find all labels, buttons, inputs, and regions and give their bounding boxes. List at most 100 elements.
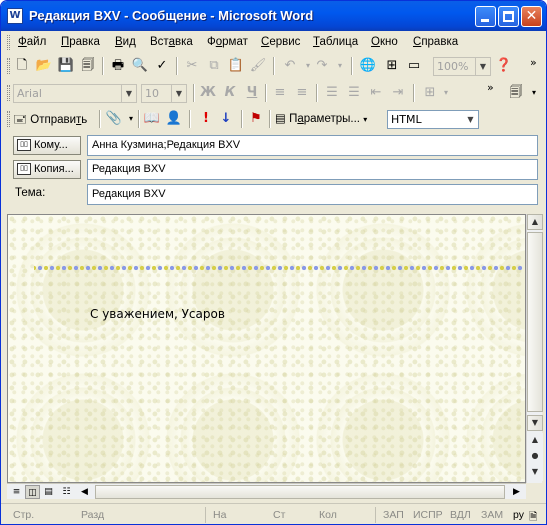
format-painter-icon[interactable]: 🖌: [249, 57, 267, 75]
web-layout-view-icon[interactable]: ◫: [25, 485, 40, 499]
paste-icon[interactable]: 📋: [227, 57, 245, 75]
save-icon[interactable]: 💾: [57, 57, 75, 75]
toolbar-grip[interactable]: [7, 85, 10, 101]
outline-view-icon[interactable]: ☷: [59, 485, 74, 499]
horizontal-scroll-thumb[interactable]: [95, 485, 505, 499]
underline-button[interactable]: Ч: [243, 84, 261, 102]
undo-icon[interactable]: ↶: [281, 57, 299, 75]
attach-paperclip-icon[interactable]: 📎: [105, 110, 123, 128]
importance-high-icon[interactable]: !: [197, 110, 215, 128]
align-center-icon[interactable]: ≡: [293, 84, 311, 102]
cc-button[interactable]: ▯▯ Копия...: [13, 160, 81, 179]
spelling-status-icon[interactable]: 🗎: [529, 509, 537, 524]
toolbar-options-icon[interactable]: »: [530, 56, 537, 69]
increase-indent-icon[interactable]: ⇥: [389, 84, 407, 102]
scroll-up-button[interactable]: ▲: [527, 214, 543, 230]
font-name-combo[interactable]: Arial ▼: [13, 84, 137, 103]
check-names-icon[interactable]: 👤: [165, 110, 183, 128]
maximize-icon: [503, 11, 514, 22]
menu-format[interactable]: Формат: [207, 36, 248, 48]
to-field[interactable]: Анна Кузмина;Редакция BXV: [87, 135, 538, 156]
toolbar-separator: [351, 57, 353, 75]
menu-help[interactable]: Справка: [413, 36, 458, 48]
normal-view-icon[interactable]: ≡: [9, 485, 24, 499]
borders-dropdown-icon[interactable]: ▾: [437, 84, 455, 102]
options-button[interactable]: ▤ Параметры... ▾: [275, 110, 367, 129]
vertical-scrollbar[interactable]: ▲ ▼ ▲ ● ▼: [526, 214, 543, 483]
toolbar-separator: [99, 110, 101, 128]
italic-button[interactable]: К: [221, 84, 239, 102]
next-page-icon[interactable]: ▼: [527, 465, 543, 481]
scroll-left-button[interactable]: ◀: [77, 485, 92, 499]
help-icon[interactable]: ❓: [495, 57, 513, 75]
cc-field[interactable]: Редакция BXV: [87, 159, 538, 180]
menu-view[interactable]: Вид: [115, 36, 136, 48]
formatting-toolbar: Arial ▼ 10 ▼ Ж К Ч ≡ ≡ ☰ ☰ ⇤ ⇥ ⊞ ▾ » 🗐 ▾: [5, 81, 542, 105]
subject-field[interactable]: Редакция BXV: [87, 184, 538, 205]
menu-grip[interactable]: [7, 35, 10, 50]
scroll-right-button[interactable]: ▶: [509, 485, 524, 499]
zoom-combo[interactable]: 100% ▼: [433, 57, 491, 76]
word-app-icon[interactable]: W: [7, 8, 23, 24]
select-browse-object-icon[interactable]: ●: [527, 449, 543, 465]
importance-low-icon[interactable]: ↓: [217, 110, 235, 128]
menu-edit[interactable]: Правка: [61, 36, 100, 48]
print-preview-icon[interactable]: 🔍: [131, 57, 149, 75]
horizontal-scrollbar-row: ≡ ◫ ▤ ☷ ◀ ▶: [7, 483, 526, 499]
toolbar-options-icon[interactable]: »: [487, 81, 494, 94]
scroll-down-button[interactable]: ▼: [527, 415, 543, 431]
spelling-icon[interactable]: ✓: [153, 57, 171, 75]
chevron-down-icon: ▼: [121, 85, 136, 102]
to-button[interactable]: ▯▯ Кому...: [13, 136, 81, 155]
status-track-changes[interactable]: ИСПР: [413, 509, 443, 521]
follow-up-flag-icon[interactable]: ⚑: [247, 110, 265, 128]
menu-window[interactable]: Окно: [371, 36, 398, 48]
toolbar-separator: [316, 84, 318, 102]
insert-table-icon[interactable]: ▭: [405, 57, 423, 75]
bold-button[interactable]: Ж: [199, 84, 217, 102]
toolbar-separator: [269, 110, 271, 128]
task-pane-dropdown-icon[interactable]: ▾: [525, 84, 543, 102]
new-document-icon[interactable]: 🗋: [13, 57, 31, 75]
font-size-combo[interactable]: 10 ▼: [141, 84, 187, 103]
toolbar-grip[interactable]: [7, 58, 10, 74]
redo-dropdown-icon[interactable]: ▾: [331, 57, 349, 75]
redo-icon[interactable]: ↷: [313, 57, 331, 75]
permission-icon[interactable]: 🗐: [79, 57, 97, 75]
toolbar-separator: [176, 57, 178, 75]
status-rec[interactable]: ЗАП: [383, 509, 404, 521]
decrease-indent-icon[interactable]: ⇤: [367, 84, 385, 102]
open-folder-icon[interactable]: 📂: [35, 57, 53, 75]
tables-borders-icon[interactable]: ⊞: [383, 57, 401, 75]
menu-table[interactable]: Таблица: [313, 36, 358, 48]
maximize-button[interactable]: [498, 6, 519, 27]
chevron-down-icon: ▼: [171, 85, 186, 102]
message-format-select[interactable]: HTML ▼: [387, 110, 479, 129]
previous-page-icon[interactable]: ▲: [527, 433, 543, 449]
send-button[interactable]: 🖃 Отправить: [13, 110, 87, 129]
hyperlink-icon[interactable]: 🌐: [359, 57, 377, 75]
print-icon[interactable]: 🖶: [109, 57, 127, 75]
vertical-scroll-thumb[interactable]: [527, 232, 543, 412]
menu-tools[interactable]: Сервис: [261, 36, 300, 48]
numbering-icon[interactable]: ☰: [323, 84, 341, 102]
menu-file[interactable]: Файл: [18, 36, 46, 48]
print-layout-view-icon[interactable]: ▤: [41, 485, 56, 499]
status-page: Стр.: [13, 509, 35, 521]
address-book-icon[interactable]: 📖: [143, 110, 161, 128]
close-button[interactable]: ✕: [521, 6, 542, 27]
status-language[interactable]: ру: [513, 509, 524, 521]
status-overtype[interactable]: ЗАМ: [481, 509, 503, 521]
title-bar[interactable]: W Редакция BXV - Сообщение - Microsoft W…: [1, 1, 546, 31]
status-extend[interactable]: ВДЛ: [450, 509, 471, 521]
message-body[interactable]: С уважением, Усаров: [7, 214, 526, 483]
bullets-icon[interactable]: ☰: [345, 84, 363, 102]
minimize-button[interactable]: [475, 6, 496, 27]
copy-icon[interactable]: ⧉: [205, 57, 223, 75]
task-pane-icon[interactable]: 🗐: [507, 84, 525, 102]
align-left-icon[interactable]: ≡: [271, 84, 289, 102]
cut-icon[interactable]: ✂: [183, 57, 201, 75]
window-title: Редакция BXV - Сообщение - Microsoft Wor…: [29, 8, 314, 23]
menu-insert[interactable]: Вставка: [150, 36, 193, 48]
toolbar-grip[interactable]: [7, 111, 10, 127]
